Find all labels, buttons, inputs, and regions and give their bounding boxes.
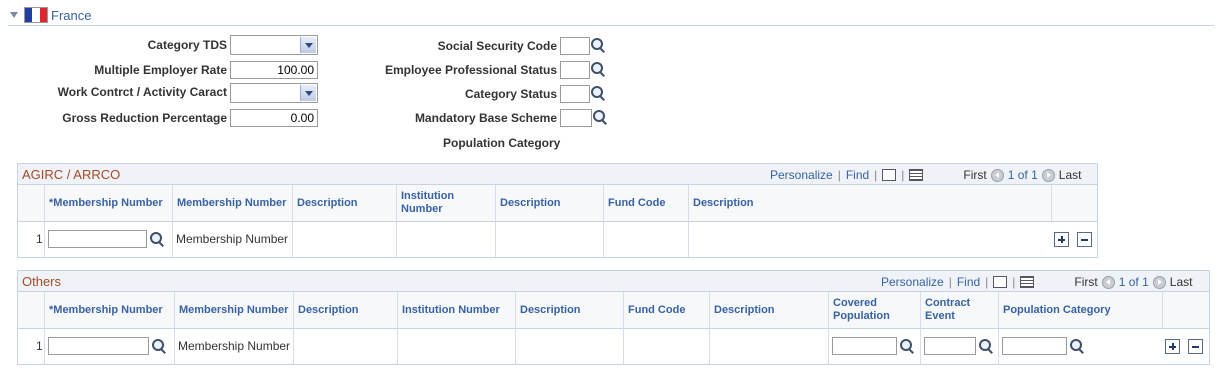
col-institution-number[interactable]: Institution Number: [396, 185, 495, 221]
category-tds-select[interactable]: [230, 35, 318, 55]
col-description[interactable]: Description: [293, 292, 397, 328]
col-membership-number[interactable]: Membership Number: [174, 292, 293, 328]
grid-navigation: Personalize | Find | | First 1 of 1 Last: [770, 168, 1082, 182]
column-header-row: *Membership Number Membership Number Des…: [18, 292, 1209, 329]
add-row-button[interactable]: [1054, 232, 1069, 247]
grid-title: Others: [22, 274, 62, 289]
category-status-lookup-icon[interactable]: [590, 85, 606, 101]
view-all-icon[interactable]: [882, 169, 897, 181]
row-count: 1 of 1: [1007, 168, 1038, 182]
section-title[interactable]: France: [51, 8, 91, 23]
last-label: Last: [1169, 275, 1193, 289]
social-security-code-input[interactable]: [560, 37, 590, 55]
table-row: 1 Membership Number: [18, 328, 1209, 364]
find-link[interactable]: Find: [846, 168, 869, 182]
col-fund-code[interactable]: Fund Code: [603, 185, 688, 221]
col-fund-code[interactable]: Fund Code: [623, 292, 709, 328]
covered-population-input[interactable]: [832, 337, 897, 355]
population-category-lookup-icon[interactable]: [1069, 338, 1085, 354]
next-row-icon[interactable]: [1152, 275, 1166, 289]
col-contract-event[interactable]: Contract Event: [920, 292, 998, 328]
membership-number-text: Membership Number: [174, 328, 293, 364]
membership-number-text: Membership Number: [172, 221, 292, 257]
professional-status-lookup-icon[interactable]: [590, 61, 606, 77]
row-number: 1: [36, 232, 43, 246]
delete-row-button[interactable]: [1077, 232, 1092, 247]
dropdown-arrow-icon[interactable]: [300, 37, 316, 53]
personalize-link[interactable]: Personalize: [770, 168, 833, 182]
row-number: 1: [36, 339, 43, 353]
col-description[interactable]: Description: [292, 185, 396, 221]
multiple-employer-rate-label: Multiple Employer Rate: [94, 63, 227, 77]
collapse-triangle-icon[interactable]: [10, 12, 18, 18]
section-header-france[interactable]: France: [10, 6, 91, 24]
dropdown-arrow-icon[interactable]: [300, 85, 316, 101]
category-status-input[interactable]: [560, 85, 590, 103]
category-status-label: Category Status: [464, 87, 557, 101]
population-category-label: Population Category: [443, 136, 561, 150]
download-grid-icon[interactable]: [909, 169, 924, 181]
col-membership-number-req[interactable]: *Membership Number: [44, 292, 174, 328]
gross-reduction-input[interactable]: [230, 109, 318, 127]
personalize-link[interactable]: Personalize: [881, 275, 944, 289]
previous-row-icon[interactable]: [990, 168, 1004, 182]
col-covered-population[interactable]: Covered Population: [828, 292, 920, 328]
row-count: 1 of 1: [1118, 275, 1149, 289]
col-description-2[interactable]: Description: [515, 292, 623, 328]
contract-event-lookup-icon[interactable]: [978, 338, 994, 354]
grid-navigation: Personalize | Find | | First 1 of 1 Last: [881, 275, 1193, 289]
col-description-3[interactable]: Description: [709, 292, 828, 328]
first-label: First: [963, 168, 987, 182]
population-category-input[interactable]: [1002, 337, 1067, 355]
others-grid: Others Personalize | Find | | First 1 of…: [17, 270, 1210, 365]
multiple-employer-rate-input[interactable]: [230, 61, 318, 79]
work-contract-select[interactable]: [230, 83, 318, 103]
work-contract-label: Work Contrct / Activity Caract: [57, 85, 227, 99]
column-header-row: *Membership Number Membership Number Des…: [18, 185, 1097, 222]
mandatory-base-scheme-input[interactable]: [560, 109, 592, 127]
table-row: 1 Membership Number: [18, 221, 1097, 257]
membership-lookup-icon[interactable]: [149, 231, 165, 247]
section-divider: [8, 25, 1214, 26]
base-scheme-lookup-icon[interactable]: [592, 109, 608, 125]
gross-reduction-label: Gross Reduction Percentage: [62, 111, 227, 125]
social-security-code-label: Social Security Code: [437, 39, 557, 53]
first-label: First: [1074, 275, 1098, 289]
category-tds-label: Category TDS: [147, 38, 227, 52]
last-label: Last: [1058, 168, 1082, 182]
grid-header: Others Personalize | Find | | First 1 of…: [18, 271, 1209, 292]
add-row-button[interactable]: [1165, 339, 1180, 354]
previous-row-icon[interactable]: [1101, 275, 1115, 289]
download-grid-icon[interactable]: [1020, 276, 1035, 288]
membership-lookup-icon[interactable]: [151, 338, 167, 354]
covered-population-lookup-icon[interactable]: [899, 338, 915, 354]
membership-number-input[interactable]: [48, 230, 147, 248]
view-all-icon[interactable]: [993, 276, 1008, 288]
social-security-lookup-icon[interactable]: [590, 37, 606, 53]
france-flag-icon: [24, 7, 48, 23]
col-membership-number-req[interactable]: *Membership Number: [44, 185, 172, 221]
grid-header: AGIRC / ARRCO Personalize | Find | | Fir…: [18, 164, 1097, 185]
mandatory-base-scheme-label: Mandatory Base Scheme: [414, 111, 557, 125]
employee-professional-status-label: Employee Professional Status: [384, 63, 557, 77]
find-link[interactable]: Find: [957, 275, 980, 289]
next-row-icon[interactable]: [1041, 168, 1055, 182]
col-description-2[interactable]: Description: [495, 185, 603, 221]
delete-row-button[interactable]: [1188, 339, 1203, 354]
grid-title: AGIRC / ARRCO: [22, 167, 121, 182]
agirc-arrco-grid: AGIRC / ARRCO Personalize | Find | | Fir…: [17, 163, 1098, 258]
membership-number-input[interactable]: [48, 337, 149, 355]
contract-event-input[interactable]: [924, 337, 976, 355]
employee-professional-status-input[interactable]: [560, 61, 590, 79]
col-membership-number[interactable]: Membership Number: [172, 185, 292, 221]
col-description-3[interactable]: Description: [688, 185, 1051, 221]
col-institution-number[interactable]: Institution Number: [397, 292, 515, 328]
col-population-category[interactable]: Population Category: [998, 292, 1162, 328]
